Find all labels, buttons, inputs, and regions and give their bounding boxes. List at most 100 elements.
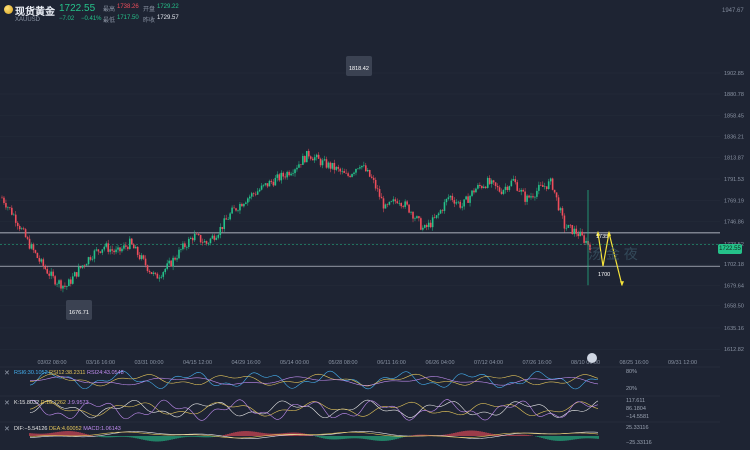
- candle-body: [494, 182, 497, 186]
- candle-body: [365, 165, 367, 172]
- close-icon[interactable]: ✕: [4, 369, 10, 377]
- candle-body: [571, 225, 574, 235]
- candle-body: [439, 210, 442, 214]
- candle-body: [420, 218, 422, 230]
- candle-body: [532, 196, 534, 198]
- candle-body: [158, 277, 161, 279]
- candle-body: [380, 196, 383, 199]
- candle-body: [195, 233, 198, 235]
- rsi24: RSI24:43.0548: [87, 370, 124, 376]
- candle-body: [463, 199, 465, 207]
- candle-body: [313, 157, 316, 161]
- candle-body: [349, 175, 351, 177]
- candle-body: [172, 257, 174, 267]
- candle-body: [223, 218, 226, 229]
- candle-body: [28, 238, 31, 249]
- candle-body: [211, 235, 214, 239]
- time-tick: 07/26 16:00: [522, 360, 551, 366]
- candle-body: [479, 184, 481, 187]
- candle-body: [123, 245, 125, 249]
- watermark: 汤 金 夜: [588, 246, 638, 262]
- close-icon[interactable]: ✕: [4, 425, 10, 433]
- candle-body: [150, 272, 153, 274]
- candle-body: [105, 243, 108, 247]
- candle-body: [260, 185, 263, 190]
- candle-body: [75, 272, 78, 277]
- kdj-j: J:9.9573: [67, 400, 89, 406]
- candle-body: [26, 237, 29, 239]
- candle-body: [353, 172, 355, 174]
- macd-value: MACD:1.06143: [83, 426, 121, 432]
- candle-body: [160, 276, 163, 278]
- candle-body: [339, 168, 342, 172]
- candle-body: [514, 179, 517, 183]
- price-tick: 1769.19: [724, 198, 744, 204]
- time-cursor-handle[interactable]: [587, 353, 597, 363]
- candle-body: [345, 172, 347, 174]
- candle-body: [394, 199, 397, 202]
- price-tick: 1858.45: [724, 113, 744, 119]
- candle-body: [433, 217, 436, 218]
- candle-body: [500, 191, 503, 194]
- candle-body: [254, 193, 257, 195]
- price-tick: 1880.78: [724, 92, 744, 98]
- candle-body: [359, 167, 361, 169]
- candle-body: [60, 280, 62, 289]
- candle-body: [311, 158, 314, 161]
- candle-body: [327, 162, 330, 168]
- price-chart[interactable]: 1902.85 1880.78 1858.45 1836.21 1813.87 1791.…: [0, 0, 750, 450]
- candle-body: [406, 201, 408, 205]
- candle-body: [132, 244, 135, 249]
- candle-body: [266, 183, 269, 187]
- candle-body: [357, 168, 359, 170]
- candle-body: [337, 166, 340, 169]
- candle-body: [5, 202, 7, 208]
- mark-upper: 1735: [596, 234, 609, 240]
- candle-body: [483, 186, 485, 188]
- candle-body: [56, 283, 58, 285]
- candle-body: [319, 158, 322, 166]
- candle-body: [502, 189, 505, 194]
- candle-body: [278, 174, 281, 181]
- candle-body: [378, 189, 381, 197]
- candle-body: [422, 227, 424, 230]
- candle-body: [424, 225, 426, 228]
- candle-body: [162, 272, 165, 277]
- candle-body: [437, 213, 440, 216]
- candle-body: [414, 218, 416, 219]
- candle-body: [343, 170, 345, 173]
- candle-body: [225, 218, 227, 220]
- price-tick: 1702.18: [724, 262, 744, 268]
- candle-body: [469, 195, 471, 203]
- macd-dea: DEA:4.60052: [49, 426, 82, 432]
- candle-body: [203, 241, 206, 243]
- candle-body: [347, 173, 349, 176]
- candle-body: [280, 172, 283, 181]
- candle-body: [64, 285, 66, 287]
- candle-body: [384, 204, 387, 209]
- candle-body: [58, 280, 60, 284]
- time-tick: 03/31 00:00: [134, 360, 163, 366]
- kdj-d-line: [29, 401, 599, 417]
- candle-body: [201, 242, 204, 243]
- candle-body: [85, 264, 88, 266]
- kdj-axis-2: 86.1804: [626, 406, 646, 412]
- candle-body: [66, 286, 68, 287]
- rsi6: RSI6:30.1052: [14, 370, 48, 376]
- candle-body: [579, 231, 581, 237]
- candle-body: [317, 154, 320, 159]
- candle-body: [48, 273, 50, 276]
- candle-body: [205, 241, 208, 244]
- kdj-axis-1: 117.611: [626, 398, 646, 404]
- candle-body: [113, 250, 115, 253]
- time-tick: 08/25 16:00: [619, 360, 648, 366]
- kdj-axis-3: −14.5581: [626, 414, 650, 420]
- candle-body: [361, 165, 363, 168]
- close-icon[interactable]: ✕: [4, 399, 10, 407]
- candle-body: [307, 150, 310, 157]
- candle-body: [333, 162, 336, 170]
- kdj-d: D:18.7262: [40, 400, 66, 406]
- time-tick: 06/26 04:00: [425, 360, 454, 366]
- candle-body: [534, 196, 536, 198]
- candle-body: [87, 257, 90, 265]
